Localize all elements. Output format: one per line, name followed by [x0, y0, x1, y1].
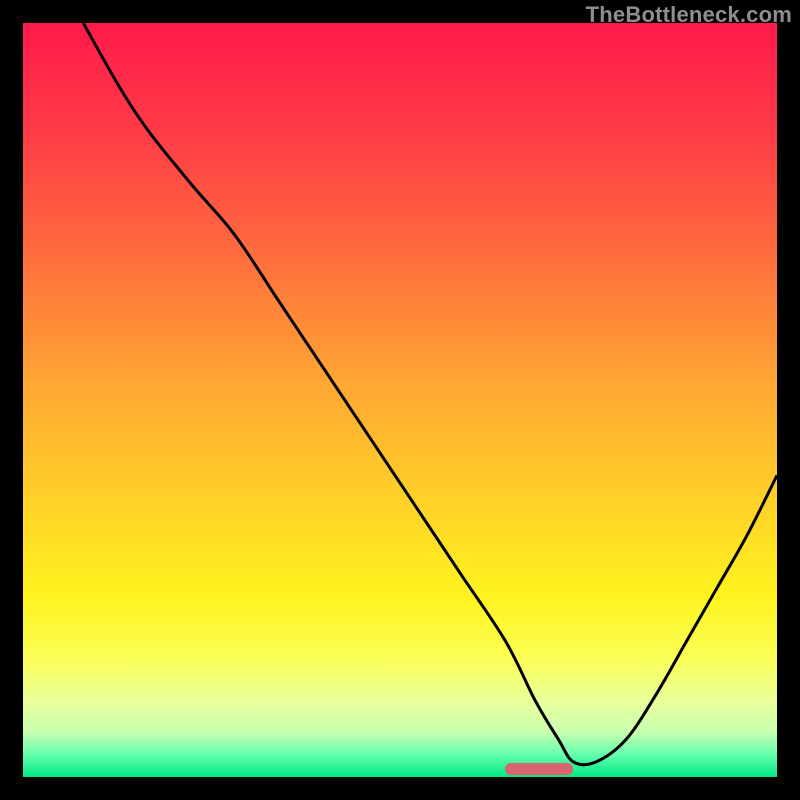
- background-gradient: [23, 23, 777, 777]
- plot-area: [23, 23, 777, 777]
- chart-frame: TheBottleneck.com: [0, 0, 800, 800]
- optimum-marker: [505, 763, 573, 775]
